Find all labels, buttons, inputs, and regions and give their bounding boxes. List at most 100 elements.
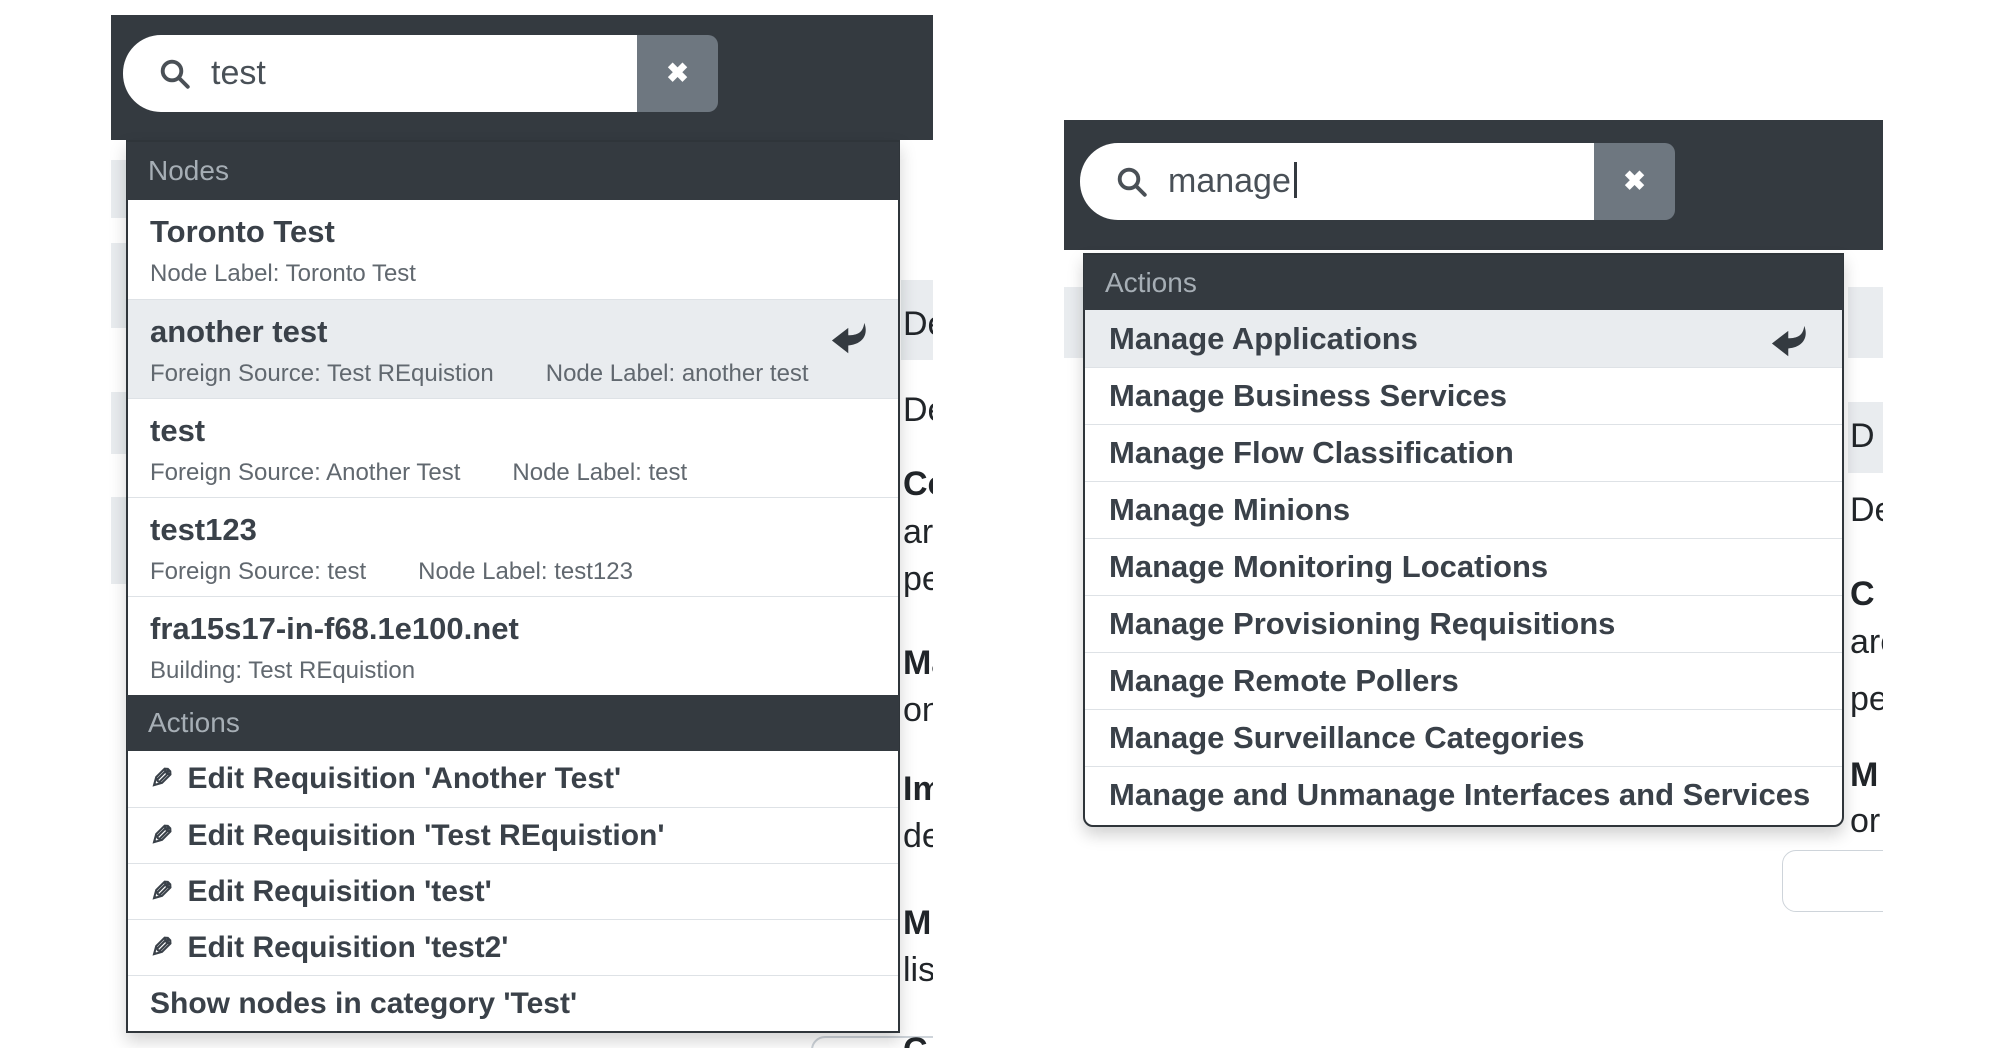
node-field: Node Label: another test — [546, 360, 809, 388]
action-label: Manage Remote Pollers — [1109, 663, 1459, 699]
bg-text-column: De De Co are pe Ma on Im de M lis C — [901, 0, 933, 1048]
action-manage-flow-classification[interactable]: Manage Flow Classification — [1085, 424, 1842, 481]
bg-text-fragment: C — [903, 1032, 928, 1048]
action-label: Edit Requisition 'test2' — [187, 931, 508, 965]
node-result-test[interactable]: test Foreign Source: Another Test Node L… — [128, 398, 898, 497]
action-label: Manage Monitoring Locations — [1109, 549, 1548, 585]
bg-text-fragment: D — [1850, 418, 1875, 455]
right-search-header: manage ✖ — [1064, 120, 1883, 250]
actions-section-label: Actions — [148, 707, 240, 739]
bg-text-fragment: De — [903, 392, 933, 429]
node-title: Toronto Test — [150, 213, 876, 251]
action-label: Manage Provisioning Requisitions — [1109, 606, 1615, 642]
node-field: Node Label: Toronto Test — [150, 260, 416, 288]
left-search-bar: test ✖ — [123, 35, 718, 112]
enter-key-icon — [1768, 319, 1814, 359]
bg-text-fragment: de — [903, 818, 933, 855]
action-label: Edit Requisition 'Test REquistion' — [187, 819, 664, 853]
node-field: Node Label: test123 — [418, 558, 633, 586]
bg-text-fragment: C — [1850, 576, 1875, 613]
right-search-results-dropdown: Actions Manage Applications Manage Busin… — [1083, 253, 1844, 827]
actions-section-header: Actions — [127, 695, 899, 751]
bg-text-fragment: M — [903, 905, 931, 942]
bg-text-fragment: lis — [903, 952, 933, 989]
action-manage-provisioning-requisitions[interactable]: Manage Provisioning Requisitions — [1085, 595, 1842, 652]
action-label: Show nodes in category 'Test' — [150, 987, 577, 1021]
bg-stripe — [111, 497, 127, 584]
action-label: Manage Applications — [1109, 321, 1418, 357]
bg-stripe — [111, 392, 127, 454]
search-icon — [1114, 164, 1150, 200]
action-label: Manage Minions — [1109, 492, 1350, 528]
right-search-input[interactable]: manage — [1080, 143, 1594, 220]
action-manage-monitoring-locations[interactable]: Manage Monitoring Locations — [1085, 538, 1842, 595]
action-show-nodes-in-category-test[interactable]: Show nodes in category 'Test' — [128, 975, 898, 1031]
node-result-another-test[interactable]: another test Foreign Source: Test REquis… — [128, 299, 898, 398]
search-icon — [157, 56, 193, 92]
bg-text-fragment: De — [903, 306, 933, 343]
bg-text-fragment: pe — [1850, 681, 1883, 718]
bg-stripe — [1064, 287, 1083, 358]
node-result-toronto-test[interactable]: Toronto Test Node Label: Toronto Test — [128, 200, 898, 299]
action-label: Edit Requisition 'test' — [187, 875, 491, 909]
clear-search-button[interactable]: ✖ — [1594, 143, 1675, 220]
node-field: Foreign Source: Another Test — [150, 459, 460, 487]
bg-stripe — [111, 243, 127, 328]
pencil-icon: ✎ — [150, 765, 173, 793]
node-field: Foreign Source: test — [150, 558, 366, 586]
node-field: Node Label: test — [512, 459, 687, 487]
node-title: test123 — [150, 511, 876, 549]
node-field: Building: Test REquistion — [150, 657, 415, 685]
close-icon: ✖ — [666, 58, 689, 89]
right-search-bar: manage ✖ — [1080, 143, 1675, 220]
text-cursor — [1294, 162, 1297, 198]
actions-section-label: Actions — [1105, 267, 1197, 299]
bg-text-fragment: De — [1850, 492, 1883, 529]
action-edit-requisition-test-requistion[interactable]: ✎ Edit Requisition 'Test REquistion' — [128, 807, 898, 863]
enter-key-icon — [828, 316, 874, 356]
action-edit-requisition-another-test[interactable]: ✎ Edit Requisition 'Another Test' — [128, 751, 898, 807]
action-manage-and-unmanage-interfaces-and-services[interactable]: Manage and Unmanage Interfaces and Servi… — [1085, 766, 1842, 823]
bg-text-fragment: Im — [903, 771, 933, 808]
bg-text-fragment: or — [1850, 803, 1880, 840]
action-manage-minions[interactable]: Manage Minions — [1085, 481, 1842, 538]
action-label: Manage Business Services — [1109, 378, 1507, 414]
node-title: another test — [150, 313, 876, 351]
bg-stripe — [1848, 287, 1883, 358]
action-manage-applications[interactable]: Manage Applications — [1085, 310, 1842, 367]
action-manage-remote-pollers[interactable]: Manage Remote Pollers — [1085, 652, 1842, 709]
node-result-test123[interactable]: test123 Foreign Source: test Node Label:… — [128, 497, 898, 596]
node-result-fra15s17[interactable]: fra15s17-in-f68.1e100.net Building: Test… — [128, 596, 898, 695]
action-label: Manage Flow Classification — [1109, 435, 1514, 471]
clear-search-button[interactable]: ✖ — [637, 35, 718, 112]
left-search-header: test ✖ — [111, 15, 933, 140]
node-field: Foreign Source: Test REquistion — [150, 360, 494, 388]
actions-section-header: Actions — [1084, 255, 1843, 310]
pencil-icon: ✎ — [150, 822, 173, 850]
pencil-icon: ✎ — [150, 934, 173, 962]
node-title: fra15s17-in-f68.1e100.net — [150, 610, 876, 648]
node-title: test — [150, 412, 876, 450]
bg-stripe — [111, 160, 127, 218]
left-search-value[interactable]: test — [211, 54, 266, 93]
bg-text-fragment: Ma — [903, 645, 933, 682]
left-search-results-dropdown: Nodes Toronto Test Node Label: Toronto T… — [126, 140, 900, 1033]
left-search-input[interactable]: test — [123, 35, 637, 112]
action-manage-surveillance-categories[interactable]: Manage Surveillance Categories — [1085, 709, 1842, 766]
bg-text-fragment: Co — [903, 466, 933, 503]
nodes-section-label: Nodes — [148, 155, 229, 187]
bg-text-fragment: on — [903, 692, 933, 729]
action-label: Edit Requisition 'Another Test' — [187, 762, 621, 796]
action-label: Manage Surveillance Categories — [1109, 720, 1585, 756]
action-edit-requisition-test[interactable]: ✎ Edit Requisition 'test' — [128, 863, 898, 919]
bg-text-fragment: pe — [903, 561, 933, 598]
pencil-icon: ✎ — [150, 878, 173, 906]
bg-text-fragment: are — [903, 514, 933, 551]
bg-text-fragment: are — [1850, 624, 1883, 661]
close-icon: ✖ — [1623, 166, 1646, 197]
nodes-section-header: Nodes — [127, 142, 899, 200]
action-edit-requisition-test2[interactable]: ✎ Edit Requisition 'test2' — [128, 919, 898, 975]
right-search-value[interactable]: manage — [1168, 162, 1291, 201]
action-label: Manage and Unmanage Interfaces and Servi… — [1109, 777, 1810, 813]
action-manage-business-services[interactable]: Manage Business Services — [1085, 367, 1842, 424]
